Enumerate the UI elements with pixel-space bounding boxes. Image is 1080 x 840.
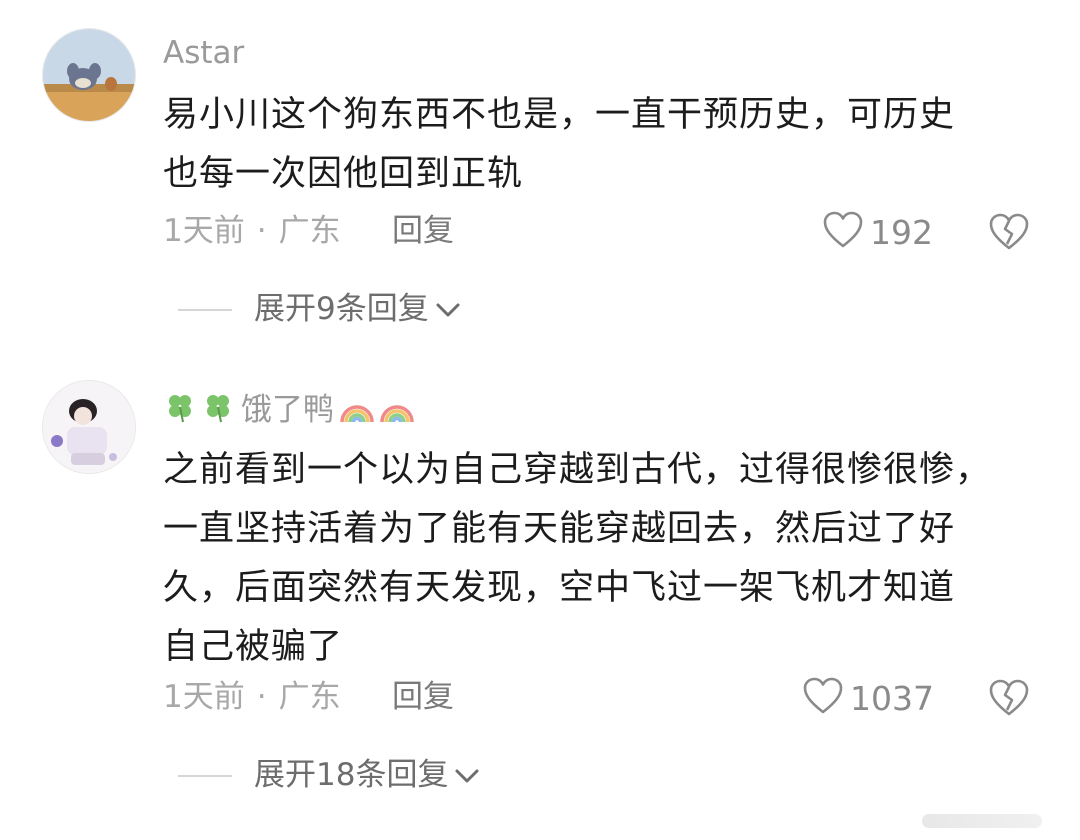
separator-dot: · (256, 679, 267, 715)
rainbow-icon (338, 390, 376, 430)
comment-text: 之前看到一个以为自己穿越到古代，过得很惨很惨， 一直坚持活着为了能有天能穿越回去… (163, 441, 1053, 677)
rainbow-icon (378, 390, 416, 430)
timestamp: 1天前 (163, 679, 245, 715)
watermark (922, 814, 1042, 828)
location: 广东 (278, 679, 341, 715)
expand-replies-label: 展开18条回复 (254, 757, 449, 793)
username[interactable]: 饿了鸭 (163, 390, 416, 430)
like-count: 1037 (850, 679, 934, 718)
dislike-button[interactable] (988, 678, 1030, 722)
divider-line (178, 774, 232, 777)
expand-replies-button[interactable]: 展开18条回复 (178, 760, 480, 791)
heart-icon (802, 676, 844, 721)
reply-button[interactable]: 回复 (392, 682, 454, 713)
comment-item: 饿了鸭 之前看到一个以为自己穿越到古代，过得很惨很惨， 一直坚持活着为了能有天能… (0, 0, 1080, 840)
comment-line: 自己被骗了 (163, 627, 344, 667)
clover-icon (163, 390, 197, 430)
clover-icon (201, 390, 235, 430)
like-button[interactable]: 1037 (802, 676, 934, 721)
comment-line: 之前看到一个以为自己穿越到古代，过得很惨很惨， (163, 450, 992, 490)
username-label: 饿了鸭 (241, 391, 334, 428)
broken-heart-icon (988, 679, 1030, 722)
comment-line: 一直坚持活着为了能有天能穿越回去，然后过了好 (163, 509, 956, 549)
chevron-down-icon (454, 760, 480, 791)
avatar[interactable] (42, 380, 136, 474)
comment-meta: 1天前 · 广东 (163, 682, 341, 713)
comment-line: 久，后面突然有天发现，空中飞过一架飞机才知道 (163, 568, 956, 608)
